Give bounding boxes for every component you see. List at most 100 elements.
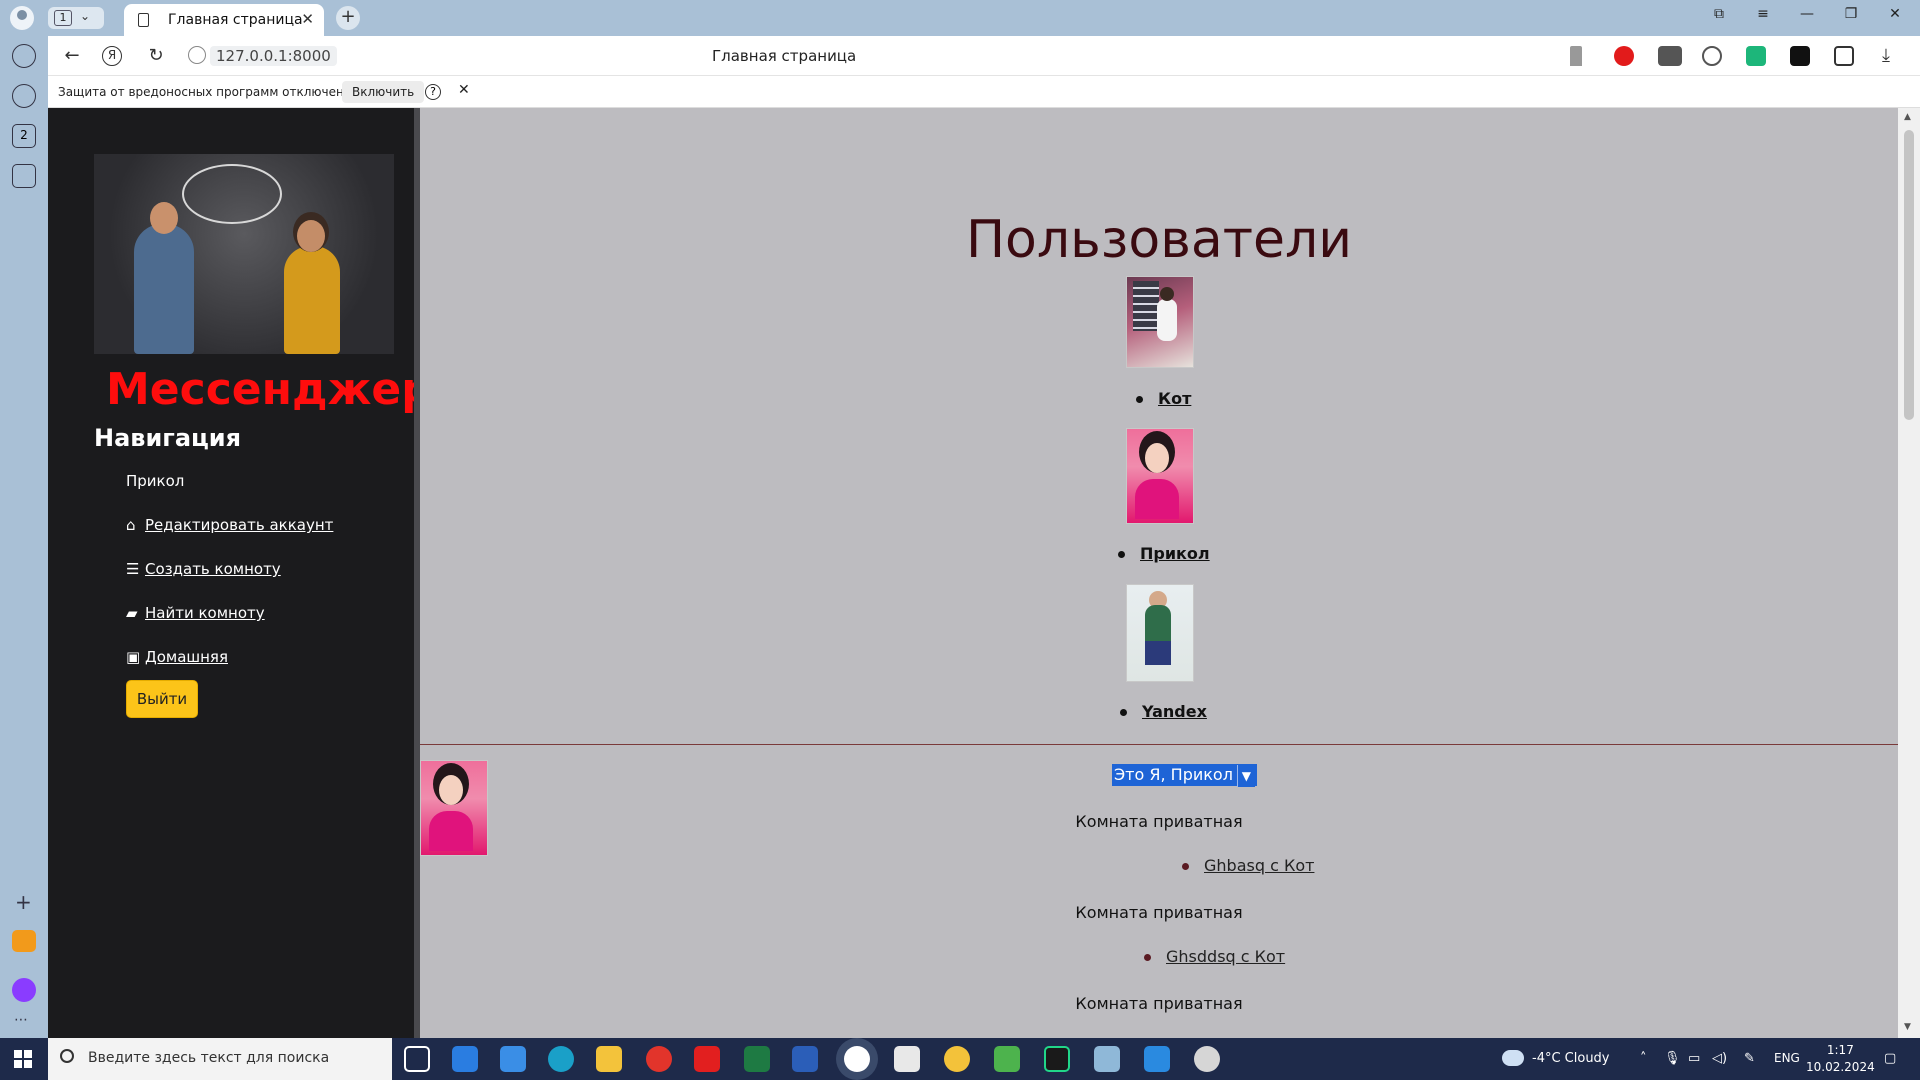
download-icon[interactable]: ⤓: [1874, 45, 1898, 66]
volume-icon[interactable]: ◁): [1712, 1051, 1727, 1066]
new-tab-button[interactable]: +: [336, 6, 360, 30]
user-link-prikol[interactable]: Прикол: [1140, 544, 1210, 563]
minimize-button[interactable]: —: [1792, 6, 1822, 22]
microphone-icon[interactable]: 🎙: [1664, 1051, 1681, 1066]
network-icon[interactable]: ▭: [1688, 1051, 1700, 1066]
tab-groups-icon[interactable]: 2: [12, 124, 36, 148]
nav-edit-account[interactable]: ⌂ Редактировать аккаунт: [126, 516, 333, 534]
scroll-up-icon[interactable]: ▲: [1904, 112, 1911, 122]
dropdown-arrow-icon[interactable]: ▼: [1236, 765, 1255, 787]
youtube-icon[interactable]: [694, 1046, 720, 1072]
logout-button[interactable]: Выйти: [126, 680, 198, 718]
close-infobar-icon[interactable]: ✕: [458, 82, 470, 98]
document-app-icon[interactable]: [894, 1046, 920, 1072]
user-link-yandex[interactable]: Yandex: [1142, 702, 1207, 721]
pen-icon[interactable]: ✎: [1744, 1051, 1755, 1066]
close-tab-icon[interactable]: ✕: [301, 10, 314, 28]
user-avatar-cat[interactable]: [1126, 276, 1194, 368]
reload-icon[interactable]: ↻: [144, 45, 168, 66]
tab-title: Главная страница: [168, 12, 303, 28]
taskbar-search[interactable]: Введите здесь текст для поиска: [48, 1038, 392, 1080]
list-bullet: [1118, 551, 1125, 558]
word-icon[interactable]: [792, 1046, 818, 1072]
yandex-icon[interactable]: Я: [102, 46, 122, 66]
off-extension-icon[interactable]: [1658, 46, 1682, 66]
task-view-icon[interactable]: [404, 1046, 430, 1072]
notifications-icon[interactable]: ▢: [1884, 1051, 1896, 1066]
more-icon[interactable]: ⋯: [14, 1012, 28, 1028]
taskbar-search-placeholder[interactable]: Введите здесь текст для поиска: [88, 1050, 329, 1066]
url-text[interactable]: 127.0.0.1:8000: [210, 46, 337, 66]
notepad-icon[interactable]: [1094, 1046, 1120, 1072]
green-extension-icon[interactable]: [1746, 46, 1766, 66]
help-icon[interactable]: ?: [425, 84, 441, 100]
chevron-up-icon[interactable]: ˄: [1640, 1051, 1647, 1066]
dark-extension-icon[interactable]: [1790, 46, 1810, 66]
play-icon[interactable]: [12, 84, 36, 108]
user-avatar-yandex[interactable]: [1126, 584, 1194, 682]
add-panel-icon[interactable]: +: [15, 890, 32, 914]
chrome-icon[interactable]: [944, 1046, 970, 1072]
enable-protection-button[interactable]: Включить: [342, 81, 425, 103]
site-info-icon[interactable]: [188, 46, 206, 64]
alice-icon[interactable]: [12, 978, 36, 1002]
man-head: [150, 202, 178, 234]
mail-icon[interactable]: [12, 930, 36, 952]
windows-start-icon[interactable]: [14, 1050, 32, 1068]
store-icon[interactable]: [452, 1046, 478, 1072]
excel-icon[interactable]: [744, 1046, 770, 1072]
browser-titlebar: 1 ⌄ Главная страница ✕ + ⧉ ≡ — ❐ ✕: [0, 0, 1920, 36]
weather-text[interactable]: -4°C Cloudy: [1532, 1051, 1610, 1066]
room-select[interactable]: Это Я, Прикол ▼: [1112, 764, 1257, 787]
site-sidebar: Мессенджер Навигация Прикол ⌂ Редактирова…: [48, 108, 433, 1038]
translate-globe-icon[interactable]: [1702, 46, 1722, 66]
windows-taskbar: Введите здесь текст для поиска -4°C Clou…: [0, 1038, 1920, 1080]
bookmark-icon[interactable]: [1570, 46, 1582, 66]
dislike-extension-icon[interactable]: [1614, 46, 1634, 66]
legs-shape: [1145, 641, 1171, 665]
address-bar: ← Я ↻ 127.0.0.1:8000 Главная страница ⤓: [48, 36, 1920, 76]
layers-app-icon[interactable]: [994, 1046, 1020, 1072]
scroll-down-icon[interactable]: ▼: [1904, 1022, 1911, 1032]
yandex-browser-icon[interactable]: [844, 1046, 870, 1072]
screenshot-icon[interactable]: [12, 164, 36, 188]
mail-app-icon[interactable]: [500, 1046, 526, 1072]
nav-home-label[interactable]: Домашняя: [145, 648, 228, 666]
edge-icon[interactable]: [548, 1046, 574, 1072]
back-icon[interactable]: ←: [60, 45, 84, 66]
url-field[interactable]: 127.0.0.1:8000: [188, 44, 378, 68]
clock[interactable]: 1:17 10.02.2024: [1806, 1042, 1875, 1076]
user-link-cat[interactable]: Кот: [1158, 389, 1191, 408]
nav-find-room-label[interactable]: Найти комноту: [145, 604, 265, 622]
game-app-icon[interactable]: [1194, 1046, 1220, 1072]
nav-home[interactable]: ▣ Домашняя: [126, 648, 228, 666]
menu-icon[interactable]: ≡: [1748, 6, 1778, 22]
scrollbar-thumb[interactable]: [1904, 130, 1914, 420]
woman-head: [297, 220, 325, 252]
room-link[interactable]: Ghbasq с Кот: [1204, 856, 1314, 875]
nav-find-room[interactable]: ▰ Найти комноту: [126, 604, 265, 622]
language-indicator[interactable]: ENG: [1774, 1051, 1800, 1065]
history-icon[interactable]: [12, 44, 36, 68]
bookmarks-panel-icon[interactable]: ⧉: [1704, 6, 1734, 22]
vscode-icon[interactable]: [1144, 1046, 1170, 1072]
room-link[interactable]: Ghsddsq с Кот: [1166, 947, 1285, 966]
user-avatar-prikol[interactable]: [1126, 428, 1194, 524]
pycharm-icon[interactable]: [1044, 1046, 1070, 1072]
nav-create-room-label[interactable]: Создать комноту: [145, 560, 281, 578]
room-select-value[interactable]: Это Я, Прикол: [1114, 765, 1233, 784]
extensions-icon[interactable]: [1834, 46, 1854, 66]
browser-tab[interactable]: Главная страница ✕: [124, 4, 324, 36]
nav-edit-account-label[interactable]: Редактировать аккаунт: [145, 516, 333, 534]
restore-button[interactable]: ❐: [1836, 6, 1866, 22]
file-explorer-icon[interactable]: [596, 1046, 622, 1072]
profile-icon[interactable]: [10, 6, 34, 30]
face-shape: [1145, 443, 1169, 473]
page-scrollbar[interactable]: ▲ ▼: [1898, 108, 1920, 1038]
tab-count-button[interactable]: 1 ⌄: [48, 7, 104, 29]
room-type-label: Комната приватная: [1075, 903, 1243, 922]
close-window-button[interactable]: ✕: [1880, 6, 1910, 22]
yandex-app-icon[interactable]: [646, 1046, 672, 1072]
nav-create-room[interactable]: ☰ Создать комноту: [126, 560, 281, 578]
image-icon: ▣: [126, 648, 141, 666]
